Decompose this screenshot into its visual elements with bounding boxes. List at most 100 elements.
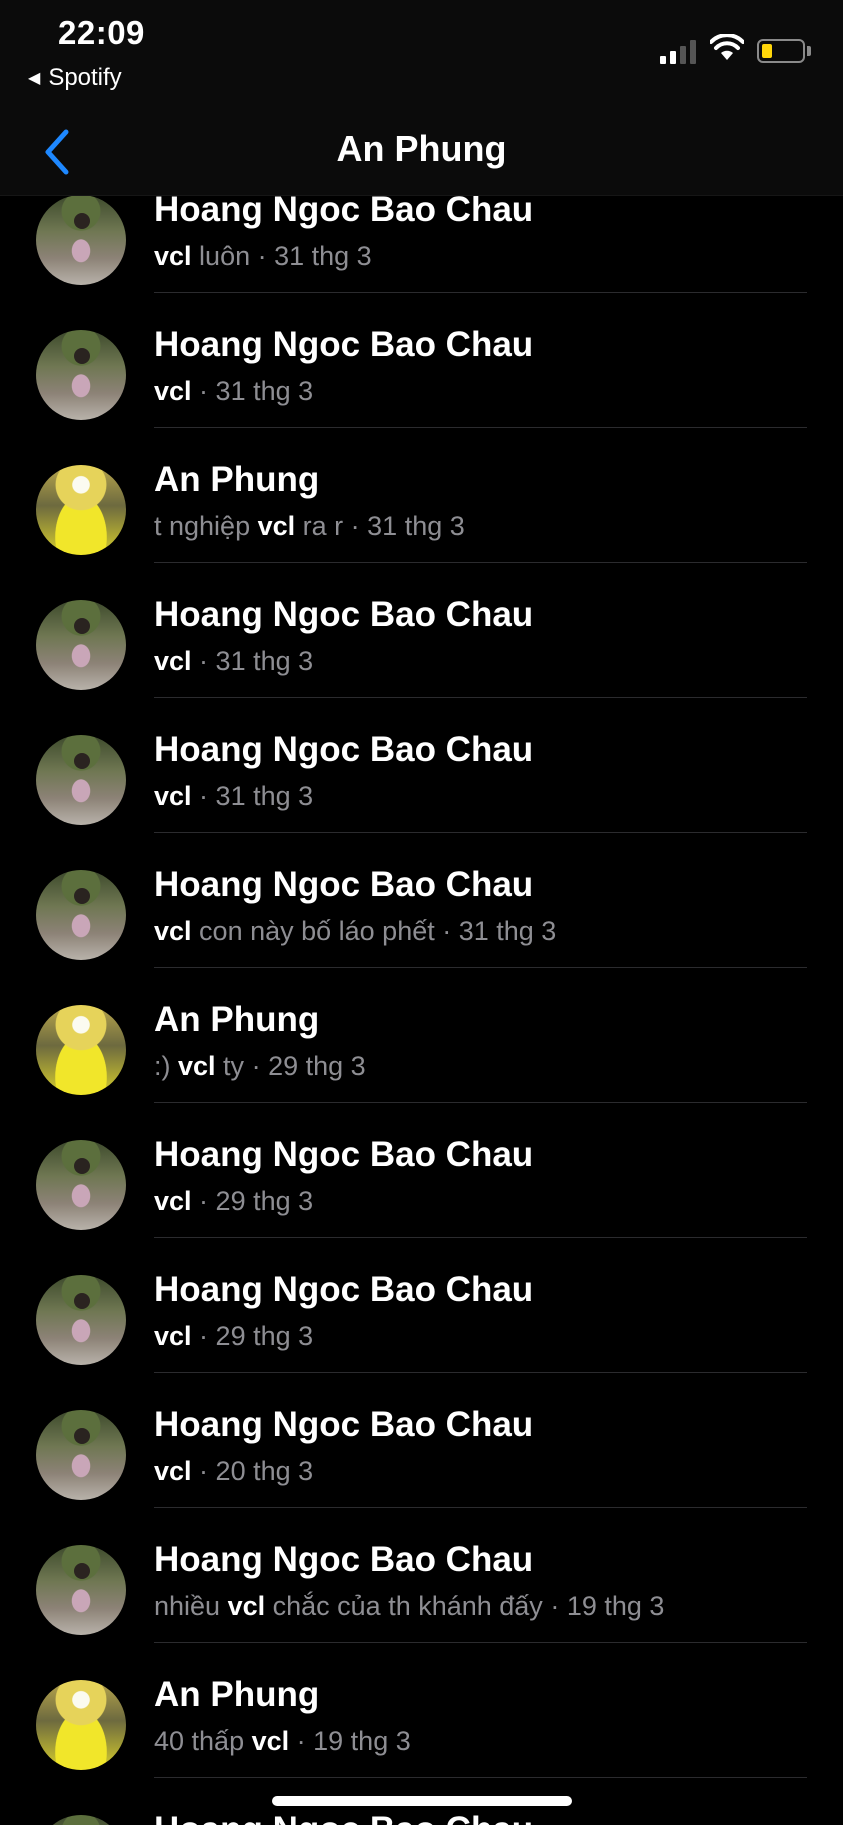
- snippet-separator: ·: [191, 781, 216, 811]
- snippet-before: 40 thấp: [154, 1726, 252, 1756]
- avatar: [36, 1680, 126, 1770]
- message-snippet: vcl con này bố láo phết · 31 thg 3: [154, 916, 556, 947]
- avatar: [36, 735, 126, 825]
- avatar: [36, 1815, 126, 1825]
- list-item[interactable]: Hoang Ngoc Bao Chau vcl · 31 thg 3: [0, 698, 843, 833]
- back-to-app-link[interactable]: ◀ Spotify: [28, 64, 122, 92]
- message-date: 31 thg 3: [215, 376, 314, 406]
- message-snippet: vcl · 29 thg 3: [154, 1321, 313, 1352]
- snippet-after: chắc của th khánh đấy: [265, 1591, 543, 1621]
- home-indicator: [272, 1796, 572, 1806]
- snippet-separator: ·: [191, 1186, 216, 1216]
- contact-name: Hoang Ngoc Bao Chau: [154, 595, 534, 634]
- message-snippet: t nghiệp vcl ra r · 31 thg 3: [154, 511, 465, 542]
- snippet-match: vcl: [178, 1051, 216, 1081]
- contact-name: Hoang Ngoc Bao Chau: [154, 325, 534, 364]
- contact-name: Hoang Ngoc Bao Chau: [154, 190, 534, 229]
- message-date: 20 thg 3: [215, 1456, 314, 1486]
- contact-name: Hoang Ngoc Bao Chau: [154, 865, 534, 904]
- status-time: 22:09: [58, 14, 145, 51]
- search-results-list[interactable]: Hoang Ngoc Bao Chau vcl luôn · 31 thg 3 Ho…: [0, 0, 843, 1825]
- list-item[interactable]: Hoang Ngoc Bao Chau vcl · 31 thg 3: [0, 293, 843, 428]
- snippet-match: vcl: [154, 1456, 192, 1486]
- snippet-match: vcl: [154, 1186, 192, 1216]
- avatar: [36, 1275, 126, 1365]
- list-item[interactable]: Hoang Ngoc Bao Chau vcl · 20 thg 3: [0, 1373, 843, 1508]
- back-triangle-icon: ◀: [28, 70, 41, 87]
- snippet-match: vcl: [154, 646, 192, 676]
- snippet-match: vcl: [154, 916, 192, 946]
- message-snippet: vcl · 29 thg 3: [154, 1186, 313, 1217]
- message-snippet: :) vcl ty · 29 thg 3: [154, 1051, 366, 1082]
- message-date: 31 thg 3: [458, 916, 557, 946]
- snippet-before: t nghiệp: [154, 511, 258, 541]
- message-snippet: vcl · 31 thg 3: [154, 646, 313, 677]
- snippet-separator: ·: [191, 646, 216, 676]
- snippet-separator: ·: [289, 1726, 314, 1756]
- contact-name: An Phung: [154, 1000, 320, 1039]
- avatar: [36, 1545, 126, 1635]
- message-snippet: 40 thấp vcl · 19 thg 3: [154, 1726, 411, 1757]
- message-date: 29 thg 3: [215, 1186, 314, 1216]
- snippet-before: :): [154, 1051, 178, 1081]
- snippet-before: nhiều: [154, 1591, 228, 1621]
- nav-bar: An Phung: [0, 110, 843, 196]
- message-date: 29 thg 3: [268, 1051, 366, 1081]
- contact-name: Hoang Ngoc Bao Chau: [154, 1135, 534, 1174]
- snippet-separator: ·: [343, 511, 368, 541]
- list-item[interactable]: Hoang Ngoc Bao Chau vcl · 29 thg 3: [0, 1238, 843, 1373]
- avatar: [36, 600, 126, 690]
- snippet-match: vcl: [227, 1591, 266, 1621]
- message-date: 19 thg 3: [313, 1726, 411, 1756]
- snippet-match: vcl: [154, 241, 192, 271]
- list-item[interactable]: An Phung t nghiệp vcl ra r · 31 thg 3: [0, 428, 843, 563]
- message-date: 31 thg 3: [367, 511, 465, 541]
- page-title: An Phung: [336, 128, 507, 169]
- back-app-label: Spotify: [48, 64, 122, 91]
- list-item[interactable]: Hoang Ngoc Bao Chau vcl · 31 thg 3: [0, 563, 843, 698]
- snippet-match: vcl: [154, 376, 192, 406]
- snippet-separator: ·: [191, 376, 216, 406]
- snippet-match: vcl: [251, 1726, 290, 1756]
- avatar: [36, 1410, 126, 1500]
- snippet-separator: ·: [542, 1591, 567, 1621]
- avatar: [36, 330, 126, 420]
- snippet-separator: ·: [250, 241, 275, 271]
- message-date: 31 thg 3: [215, 781, 314, 811]
- battery-cap: [807, 46, 811, 56]
- snippet-separator: ·: [191, 1456, 216, 1486]
- list-item[interactable]: Hoang Ngoc Bao Chau vcl · 29 thg 3: [0, 1103, 843, 1238]
- list-item[interactable]: Hoang Ngoc Bao Chau nhiều vcl chắc của th…: [0, 1508, 843, 1643]
- snippet-match: vcl: [257, 511, 296, 541]
- snippet-separator: ·: [191, 1321, 216, 1351]
- message-date: 19 thg 3: [566, 1591, 665, 1621]
- message-date: 31 thg 3: [215, 646, 314, 676]
- snippet-match: vcl: [154, 1321, 192, 1351]
- snippet-after: luôn: [191, 241, 251, 271]
- contact-name: An Phung: [154, 460, 320, 499]
- avatar: [36, 195, 126, 285]
- avatar: [36, 870, 126, 960]
- battery-icon: [757, 39, 805, 63]
- list-item[interactable]: An Phung:) vcl ty · 29 thg 3: [0, 968, 843, 1103]
- avatar: [36, 1140, 126, 1230]
- message-snippet: vcl luôn · 31 thg 3: [154, 241, 372, 272]
- contact-name: Hoang Ngoc Bao Chau: [154, 1540, 534, 1579]
- contact-name: Hoang Ngoc Bao Chau: [154, 1270, 534, 1309]
- list-item[interactable]: An Phung 40 thấp vcl · 19 thg 3: [0, 1643, 843, 1778]
- message-snippet: vcl · 31 thg 3: [154, 376, 313, 407]
- wifi-icon: [710, 34, 744, 60]
- snippet-match: vcl: [154, 781, 192, 811]
- snippet-after: ty: [215, 1051, 245, 1081]
- snippet-after: ra r: [295, 511, 344, 541]
- snippet-after: con này bố láo phết: [191, 916, 435, 946]
- snippet-separator: ·: [244, 1051, 269, 1081]
- avatar: [36, 465, 126, 555]
- message-date: 31 thg 3: [274, 241, 372, 271]
- snippet-separator: ·: [434, 916, 459, 946]
- message-snippet: vcl · 31 thg 3: [154, 781, 313, 812]
- list-item[interactable]: Hoang Ngoc Bao Chau vcl con này bố láo ph…: [0, 833, 843, 968]
- status-bar: 22:09 ◀ Spotify: [0, 0, 843, 110]
- contact-name: An Phung: [154, 1675, 320, 1714]
- avatar: [36, 1005, 126, 1095]
